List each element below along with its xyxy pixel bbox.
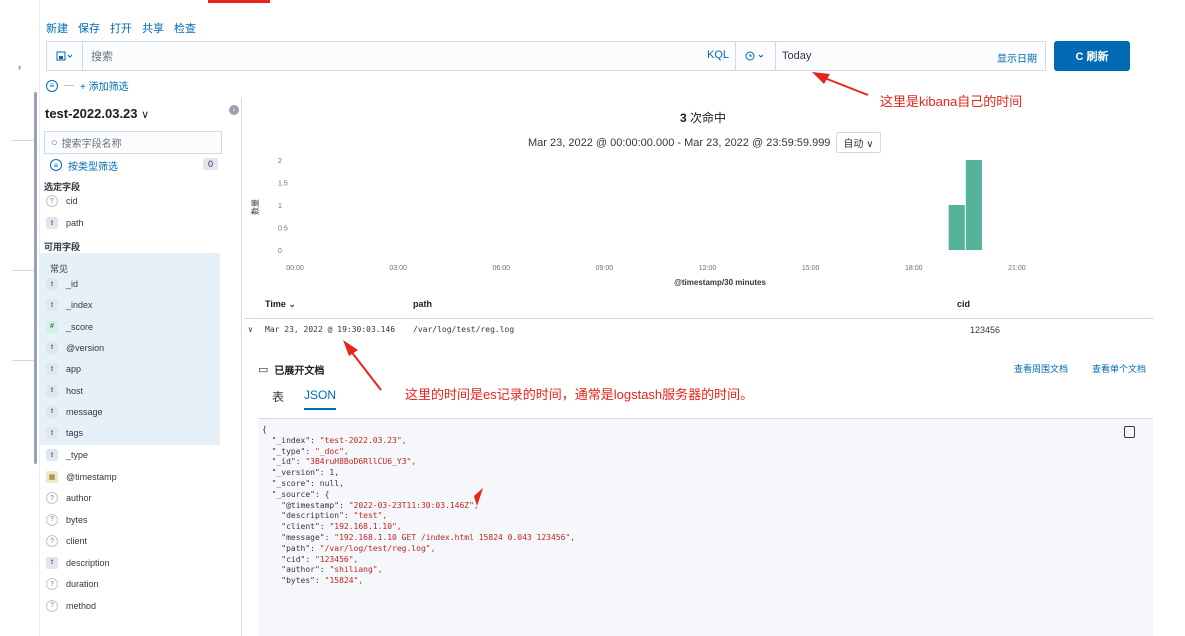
kibana-discover: › 新建 保存 打开 共享 检查 搜索 KQL Today 显示日期 C 刷新 … <box>0 0 1185 636</box>
annotation-kibana-time: 这里是kibana自己的时间 <box>880 94 1023 109</box>
arrow-line <box>821 76 869 96</box>
annotation-es-time: 这里的时间是es记录的时间，通常是logstash服务器的时间。 <box>405 387 754 402</box>
arrow-head <box>343 340 358 356</box>
arrow-head <box>474 488 483 506</box>
arrow-line <box>349 349 382 391</box>
arrow-head <box>812 72 830 84</box>
